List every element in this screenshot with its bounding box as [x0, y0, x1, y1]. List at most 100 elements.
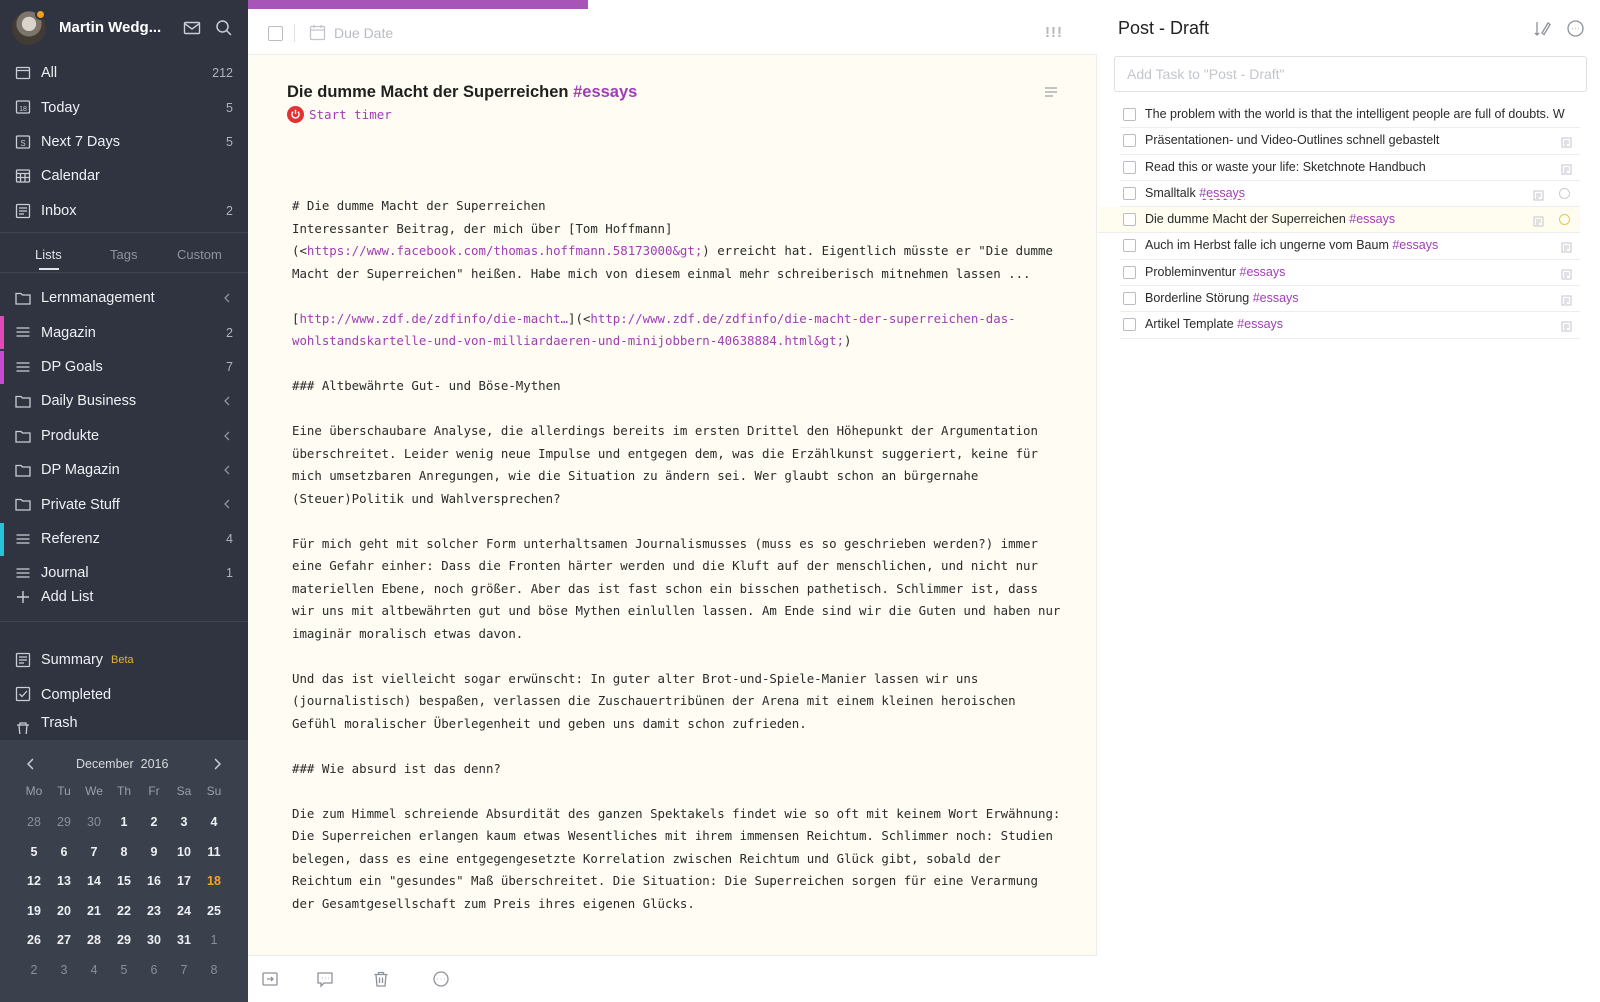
tag-essays[interactable]: #essays: [1240, 265, 1286, 279]
calendar-day[interactable]: 19: [19, 897, 49, 927]
calendar-day[interactable]: 23: [139, 897, 169, 927]
note-content[interactable]: # Die dumme Macht der Superreichen Intere…: [292, 195, 1062, 938]
calendar-day[interactable]: 28: [19, 808, 49, 838]
calendar-day[interactable]: 25: [199, 897, 229, 927]
task-checkbox[interactable]: [1123, 108, 1136, 121]
calendar-day[interactable]: 28: [79, 926, 109, 956]
task-row[interactable]: Read this or waste your life: Sketchnote…: [1120, 155, 1580, 181]
add-task-input[interactable]: [1114, 56, 1587, 92]
calendar-day[interactable]: 16: [139, 867, 169, 897]
tag-essays[interactable]: #essays: [573, 83, 637, 101]
task-row[interactable]: Probleminventur #essays: [1120, 260, 1580, 287]
nav-inbox[interactable]: Inbox 2: [0, 194, 248, 228]
calendar-day[interactable]: 3: [169, 808, 199, 838]
nav-calendar[interactable]: Calendar: [0, 159, 248, 193]
calendar-day[interactable]: 2: [139, 808, 169, 838]
sidebar-list-item[interactable]: DP Goals 7: [0, 350, 248, 384]
calendar-day[interactable]: 1: [109, 808, 139, 838]
task-checkbox[interactable]: [1123, 186, 1136, 200]
calendar-day[interactable]: 7: [169, 956, 199, 986]
tab-lists[interactable]: Lists: [35, 247, 62, 262]
prev-month-icon[interactable]: [24, 756, 38, 772]
calendar-day[interactable]: 29: [49, 808, 79, 838]
task-row[interactable]: The problem with the world is that the i…: [1120, 102, 1580, 129]
calendar-day[interactable]: 21: [79, 897, 109, 927]
task-title[interactable]: Die dumme Macht der Superreichen #essays: [287, 83, 637, 102]
sidebar-list-item[interactable]: Produkte: [0, 419, 248, 453]
calendar-day[interactable]: 5: [19, 838, 49, 868]
calendar-day[interactable]: 30: [139, 926, 169, 956]
calendar-day[interactable]: 31: [169, 926, 199, 956]
menu-lines-icon[interactable]: [1044, 85, 1058, 97]
sidebar-list-item[interactable]: Lernmanagement: [0, 281, 248, 315]
note-link[interactable]: https://www.facebook.com/thomas.hoffmann…: [307, 243, 702, 258]
sidebar-list-item[interactable]: DP Magazin: [0, 453, 248, 487]
comment-icon[interactable]: [316, 970, 334, 988]
task-row[interactable]: Präsentationen- und Video-Outlines schne…: [1120, 128, 1580, 155]
calendar-day[interactable]: 30: [79, 808, 109, 838]
calendar-day[interactable]: 2: [19, 956, 49, 986]
priority-button[interactable]: !!!: [1045, 24, 1063, 41]
calendar-day[interactable]: 22: [109, 897, 139, 927]
calendar-day-today[interactable]: 18: [199, 867, 229, 897]
task-editor[interactable]: Die dumme Macht der Superreichen #essays…: [248, 55, 1097, 955]
chevron-left-icon[interactable]: [222, 291, 232, 303]
search-icon[interactable]: [214, 18, 234, 38]
task-row[interactable]: Smalltalk #essays: [1120, 181, 1580, 208]
sort-icon[interactable]: [1533, 19, 1552, 38]
nav-today[interactable]: 18 Today 5: [0, 90, 248, 124]
calendar-day[interactable]: 17: [169, 867, 199, 897]
calendar-day[interactable]: 7: [79, 838, 109, 868]
calendar-day[interactable]: 4: [199, 808, 229, 838]
nav-summary[interactable]: Summary Beta: [0, 643, 248, 677]
task-checkbox[interactable]: [1123, 213, 1136, 227]
task-checkbox[interactable]: [1123, 292, 1136, 306]
task-checkbox[interactable]: [1123, 265, 1136, 279]
calendar-day[interactable]: 14: [79, 867, 109, 897]
more-icon[interactable]: [432, 970, 450, 988]
task-checkbox[interactable]: [1123, 318, 1136, 332]
sidebar-list-item[interactable]: Daily Business: [0, 384, 248, 418]
task-checkbox[interactable]: [1123, 160, 1136, 174]
task-checkbox[interactable]: [268, 26, 283, 41]
calendar-day[interactable]: 9: [139, 838, 169, 868]
sidebar-list-item[interactable]: Private Stuff: [0, 487, 248, 521]
nav-next-7-days[interactable]: S Next 7 Days 5: [0, 125, 248, 159]
task-row[interactable]: Artikel Template #essays: [1120, 312, 1580, 339]
calendar-day[interactable]: 12: [19, 867, 49, 897]
chevron-left-icon[interactable]: [222, 429, 232, 441]
chevron-left-icon[interactable]: [222, 394, 232, 406]
nav-trash[interactable]: Trash: [0, 712, 248, 734]
calendar-day[interactable]: 27: [49, 926, 79, 956]
task-checkbox[interactable]: [1123, 239, 1136, 253]
calendar-day[interactable]: 8: [109, 838, 139, 868]
calendar-day[interactable]: 29: [109, 926, 139, 956]
calendar-day[interactable]: 13: [49, 867, 79, 897]
tab-tags[interactable]: Tags: [110, 247, 137, 262]
calendar-day[interactable]: 10: [169, 838, 199, 868]
user-name[interactable]: Martin Wedg...: [59, 19, 161, 36]
tab-custom[interactable]: Custom: [177, 247, 222, 262]
calendar-day[interactable]: 6: [49, 838, 79, 868]
trash-icon[interactable]: [372, 970, 390, 988]
calendar-day[interactable]: 1: [199, 926, 229, 956]
add-list-button[interactable]: Add List: [0, 580, 248, 614]
calendar-day[interactable]: 11: [199, 838, 229, 868]
tag-essays[interactable]: #essays: [1392, 238, 1438, 252]
calendar-day[interactable]: 26: [19, 926, 49, 956]
calendar-icon[interactable]: [309, 24, 326, 41]
tag-essays[interactable]: #essays: [1199, 186, 1245, 200]
tag-essays[interactable]: #essays: [1253, 291, 1299, 305]
tag-essays[interactable]: #essays: [1237, 317, 1283, 331]
note-link[interactable]: http://www.zdf.de/zdfinfo/die-macht…: [299, 311, 568, 326]
task-checkbox[interactable]: [1123, 134, 1136, 148]
due-date-button[interactable]: Due Date: [334, 25, 393, 41]
chevron-left-icon[interactable]: [222, 463, 232, 475]
calendar-day[interactable]: 6: [139, 956, 169, 986]
calendar-day[interactable]: 5: [109, 956, 139, 986]
calendar-day[interactable]: 24: [169, 897, 199, 927]
chevron-left-icon[interactable]: [222, 497, 232, 509]
sidebar-list-item[interactable]: Magazin 2: [0, 315, 248, 350]
sidebar-list-item[interactable]: Referenz 4: [0, 522, 248, 556]
task-row[interactable]: Borderline Störung #essays: [1120, 286, 1580, 313]
